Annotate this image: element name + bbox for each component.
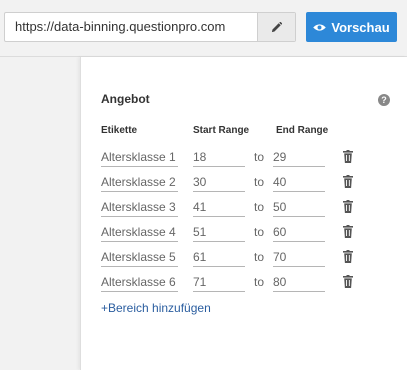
column-header-label: Etikette <box>101 125 138 136</box>
to-label: to <box>254 150 265 164</box>
range-row: Altersklasse 5 61 to 70 <box>81 247 407 267</box>
trash-icon[interactable] <box>343 225 353 238</box>
url-input[interactable]: https://data-binning.questionpro.com <box>5 13 257 41</box>
label-field[interactable]: Altersklasse 5 <box>101 247 178 267</box>
to-label: to <box>254 275 265 289</box>
panel-title: Angebot <box>101 92 150 106</box>
add-range-link[interactable]: +Bereich hinzufügen <box>101 301 211 315</box>
trash-icon[interactable] <box>343 175 353 188</box>
label-field[interactable]: Altersklasse 4 <box>101 222 178 242</box>
column-header-end: End Range <box>276 125 329 136</box>
trash-icon[interactable] <box>343 250 353 263</box>
to-label: to <box>254 250 265 264</box>
start-field[interactable]: 41 <box>193 197 245 217</box>
to-label: to <box>254 225 265 239</box>
end-field[interactable]: 70 <box>273 247 325 267</box>
to-label: to <box>254 175 265 189</box>
trash-icon[interactable] <box>343 200 353 213</box>
range-panel: Angebot ? Etikette Start Range End Range… <box>80 57 407 370</box>
url-bar: https://data-binning.questionpro.com <box>4 12 296 42</box>
start-field[interactable]: 61 <box>193 247 245 267</box>
label-field[interactable]: Altersklasse 2 <box>101 172 178 192</box>
end-field[interactable]: 29 <box>273 147 325 167</box>
trash-icon[interactable] <box>343 275 353 288</box>
range-row: Altersklasse 6 71 to 80 <box>81 272 407 292</box>
label-field[interactable]: Altersklasse 6 <box>101 272 178 292</box>
end-field[interactable]: 50 <box>273 197 325 217</box>
range-row: Altersklasse 4 51 to 60 <box>81 222 407 242</box>
range-row: Altersklasse 3 41 to 50 <box>81 197 407 217</box>
preview-button[interactable]: Vorschau <box>306 12 397 42</box>
start-field[interactable]: 30 <box>193 172 245 192</box>
column-header-start: Start Range <box>193 125 250 136</box>
range-row: Altersklasse 1 18 to 29 <box>81 147 407 167</box>
end-field[interactable]: 40 <box>273 172 325 192</box>
end-field[interactable]: 80 <box>273 272 325 292</box>
help-icon[interactable]: ? <box>378 94 390 106</box>
end-field[interactable]: 60 <box>273 222 325 242</box>
start-field[interactable]: 71 <box>193 272 245 292</box>
label-field[interactable]: Altersklasse 3 <box>101 197 178 217</box>
trash-icon[interactable] <box>343 150 353 163</box>
preview-button-label: Vorschau <box>331 19 390 35</box>
edit-url-button[interactable] <box>257 13 295 41</box>
pencil-icon <box>271 21 282 32</box>
label-field[interactable]: Altersklasse 1 <box>101 147 178 167</box>
eye-icon <box>313 23 327 31</box>
start-field[interactable]: 51 <box>193 222 245 242</box>
start-field[interactable]: 18 <box>193 147 245 167</box>
to-label: to <box>254 200 265 214</box>
range-row: Altersklasse 2 30 to 40 <box>81 172 407 192</box>
